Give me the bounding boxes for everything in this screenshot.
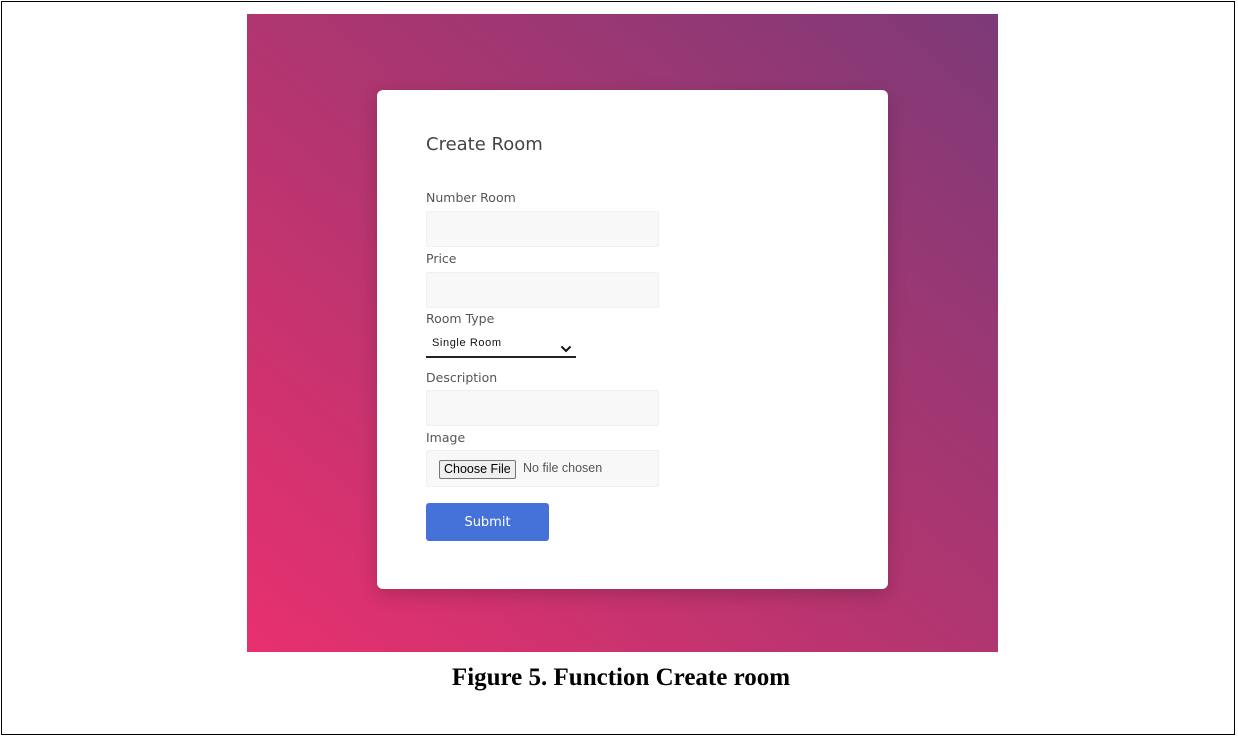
figure-caption: Figure 5. Function Create room <box>451 664 791 691</box>
room-type-selected-value: Single Room <box>432 337 502 349</box>
price-label: Price <box>426 251 457 266</box>
chevron-down-icon <box>560 339 572 353</box>
figure-frame: Create Room Number Room Price Room Type … <box>1 1 1235 735</box>
description-input[interactable] <box>426 390 659 426</box>
description-label: Description <box>426 370 498 385</box>
submit-button[interactable]: Submit <box>426 503 549 541</box>
create-room-card: Create Room Number Room Price Room Type … <box>377 90 888 589</box>
image-label: Image <box>426 430 466 445</box>
room-type-label: Room Type <box>426 311 495 326</box>
choose-file-button[interactable]: Choose File <box>439 460 516 479</box>
number-room-label: Number Room <box>426 190 516 205</box>
app-screenshot: Create Room Number Room Price Room Type … <box>247 14 998 652</box>
image-file-input: Choose File No file chosen <box>426 450 659 487</box>
page-title: Create Room <box>426 134 543 155</box>
room-type-select[interactable]: Single Room <box>426 334 576 358</box>
no-file-chosen-text: No file chosen <box>523 461 603 475</box>
number-room-input[interactable] <box>426 211 659 247</box>
price-input[interactable] <box>426 272 659 308</box>
